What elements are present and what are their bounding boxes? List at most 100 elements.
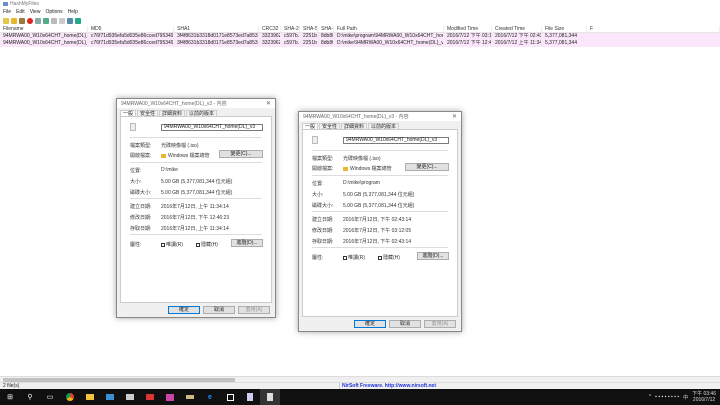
close-icon[interactable]: ✕ (266, 100, 271, 107)
edge-icon[interactable]: e (200, 389, 220, 405)
cell-crc32: 33239625 (259, 40, 281, 47)
chrome-icon[interactable] (60, 389, 80, 405)
readonly-label: 唯讀(R) (348, 255, 365, 261)
close-icon[interactable]: ✕ (452, 113, 457, 120)
app-red-icon[interactable] (140, 389, 160, 405)
search-icon[interactable]: ⚲ (20, 389, 40, 405)
add-files-icon[interactable] (3, 17, 9, 24)
add-folder-icon[interactable] (11, 17, 17, 24)
html-report-icon[interactable] (43, 17, 49, 24)
col-sha512[interactable]: SHA-512 (300, 26, 318, 32)
cell-sha256: c597b... (281, 33, 300, 40)
col-size[interactable]: File Size (542, 26, 587, 32)
cell-created: 2016/7/12 上午 11:34:14 (492, 40, 542, 47)
start-windows-icon[interactable]: ⊞ (0, 389, 20, 405)
dialog-title-bar[interactable]: 94MRWA00_W10x64CHT_home(DL)_v3 - 內容 ✕ (299, 112, 461, 121)
modified-value: 2016年7月12日, 下午 12:46:23 (161, 215, 230, 221)
menu-file[interactable]: File (3, 9, 11, 15)
title-bar: HashMyFiles (0, 0, 720, 8)
advanced-button[interactable]: 進階(D)... (231, 239, 263, 247)
col-crc32[interactable]: CRC32 (259, 26, 281, 32)
cell-sha1: 3f4f8631b3318d0171e8573ed7a853392d12b0b4 (174, 33, 259, 40)
filename-input[interactable]: 94MRWA00_W10x64CHT_home(DL)_v3 (161, 124, 263, 131)
modified-label: 修改日期: (130, 215, 152, 221)
paint-icon[interactable] (160, 389, 180, 405)
modified-label: 修改日期: (312, 228, 334, 234)
dialog-title-bar[interactable]: 94MRWA00_W10x64CHT_home(DL)_v3 - 內容 ✕ (117, 99, 275, 108)
cell-modified: 2016/7/12 下午 03:12:05 (444, 33, 492, 40)
table-row[interactable]: 94MRWA00_W10x64CHT_home(DL)_v3.isoc76f71… (0, 33, 720, 40)
show-hidden-icons[interactable]: ^ (649, 394, 651, 400)
readonly-label: 唯讀(R) (166, 242, 183, 248)
menu-view[interactable]: View (30, 9, 41, 15)
col-modified[interactable]: Modified Time (444, 26, 492, 32)
find-icon[interactable] (67, 17, 73, 24)
stop-icon[interactable] (27, 17, 33, 24)
change-button[interactable]: 變更(C)... (405, 163, 449, 171)
add-drive-icon[interactable] (19, 17, 25, 24)
cell-sha512: 2251b4e47... (300, 40, 318, 47)
col-md5[interactable]: MD5 (88, 26, 174, 32)
cell-created: 2016/7/12 下午 02:43:14 (492, 33, 542, 40)
change-button[interactable]: 變更(C)... (219, 150, 263, 158)
opener-name: Windows 檔案總管 (168, 153, 210, 159)
ok-button[interactable]: 確定 (354, 320, 386, 328)
cell-crc32: 33239625 (259, 33, 281, 40)
hidden-label: 隱藏(H) (201, 242, 218, 248)
menu-edit[interactable]: Edit (16, 9, 25, 15)
remote-desktop-icon[interactable] (100, 389, 120, 405)
file-type-value: 光碟映像檔 (.iso) (343, 156, 381, 162)
document-icon[interactable] (240, 389, 260, 405)
properties-icon[interactable] (59, 17, 65, 24)
file-type-label: 檔案類型: (130, 143, 152, 149)
filename-input[interactable]: 94MRWA00_W10x64CHT_home(DL)_v3 (343, 137, 449, 144)
cell-filename: 94MRWA00_W10x64CHT_home(DL)_v3.iso (0, 33, 88, 40)
tray-icons[interactable]: ▪ ▪ ▪ ▪ ▪ ▪ ▪ ▪ (655, 394, 679, 400)
save-icon[interactable] (35, 17, 41, 24)
col-sha256[interactable]: SHA-256 (281, 26, 300, 32)
hidden-checkbox[interactable]: 隱藏(H) (378, 254, 400, 261)
opener-name: Windows 檔案總管 (350, 166, 392, 172)
table-header: Filename MD5 SHA1 CRC32 SHA-256 SHA-512 … (0, 26, 720, 33)
advanced-button[interactable]: 進階(D)... (417, 252, 449, 260)
hidden-label: 隱藏(H) (383, 255, 400, 261)
col-created[interactable]: Created Time (492, 26, 542, 32)
hashmyfiles-taskbar-icon[interactable] (260, 389, 280, 405)
table-row[interactable]: 94MRWA00_W10x64CHT_home(DL)_v3.isoc76f71… (0, 40, 720, 47)
copy-icon[interactable] (51, 17, 57, 24)
hidden-checkbox[interactable]: 隱藏(H) (196, 241, 218, 248)
col-filename[interactable]: Filename (0, 26, 88, 32)
ok-button[interactable]: 確定 (168, 306, 200, 314)
app-tool-icon[interactable] (180, 389, 200, 405)
readonly-checkbox[interactable]: 唯讀(R) (343, 254, 365, 261)
created-value: 2016年7月12日, 上午 11:34:14 (161, 204, 229, 210)
cancel-button[interactable]: 取消 (389, 320, 421, 328)
ime-indicator[interactable]: 中 (683, 394, 688, 401)
task-view-icon[interactable]: ▭ (40, 389, 60, 405)
col-more[interactable]: F (587, 26, 720, 32)
apply-button[interactable]: 套用(A) (238, 306, 270, 314)
store-icon[interactable] (220, 389, 240, 405)
clock[interactable]: 下午 03:46 2016/7/12 (692, 391, 716, 403)
accessed-label: 存取日期: (312, 239, 334, 245)
dialog-tabs: 一般 安全性 詳細資料 以前的版本 (299, 121, 461, 130)
app-title: HashMyFiles (10, 1, 39, 7)
readonly-checkbox[interactable]: 唯讀(R) (161, 241, 183, 248)
apply-button[interactable]: 套用(A) (424, 320, 456, 328)
file-explorer-icon[interactable] (80, 389, 100, 405)
cancel-button[interactable]: 取消 (203, 306, 235, 314)
disk-size-label: 磁碟大小: (312, 203, 334, 209)
file-type-value: 光碟映像檔 (.iso) (161, 143, 199, 149)
cell-md5: c76f71d935efa5d035e86cced7953499 (88, 33, 174, 40)
menu-help[interactable]: Help (68, 9, 78, 15)
col-sha384[interactable]: SHA-384 (318, 26, 334, 32)
col-sha1[interactable]: SHA1 (174, 26, 259, 32)
network-icon[interactable] (120, 389, 140, 405)
col-full-path[interactable]: Full Path (334, 26, 444, 32)
exit-icon[interactable] (75, 17, 81, 24)
menu-options[interactable]: Options (45, 9, 62, 15)
cell-size: 5,377,081,344 (542, 33, 587, 40)
size-value: 5.00 GB (5,377,081,344 位元組) (343, 192, 415, 198)
system-tray: ^ ▪ ▪ ▪ ▪ ▪ ▪ ▪ ▪ 中 下午 03:46 2016/7/12 (649, 389, 716, 405)
cell-sha512: 2251b4e47... (300, 33, 318, 40)
